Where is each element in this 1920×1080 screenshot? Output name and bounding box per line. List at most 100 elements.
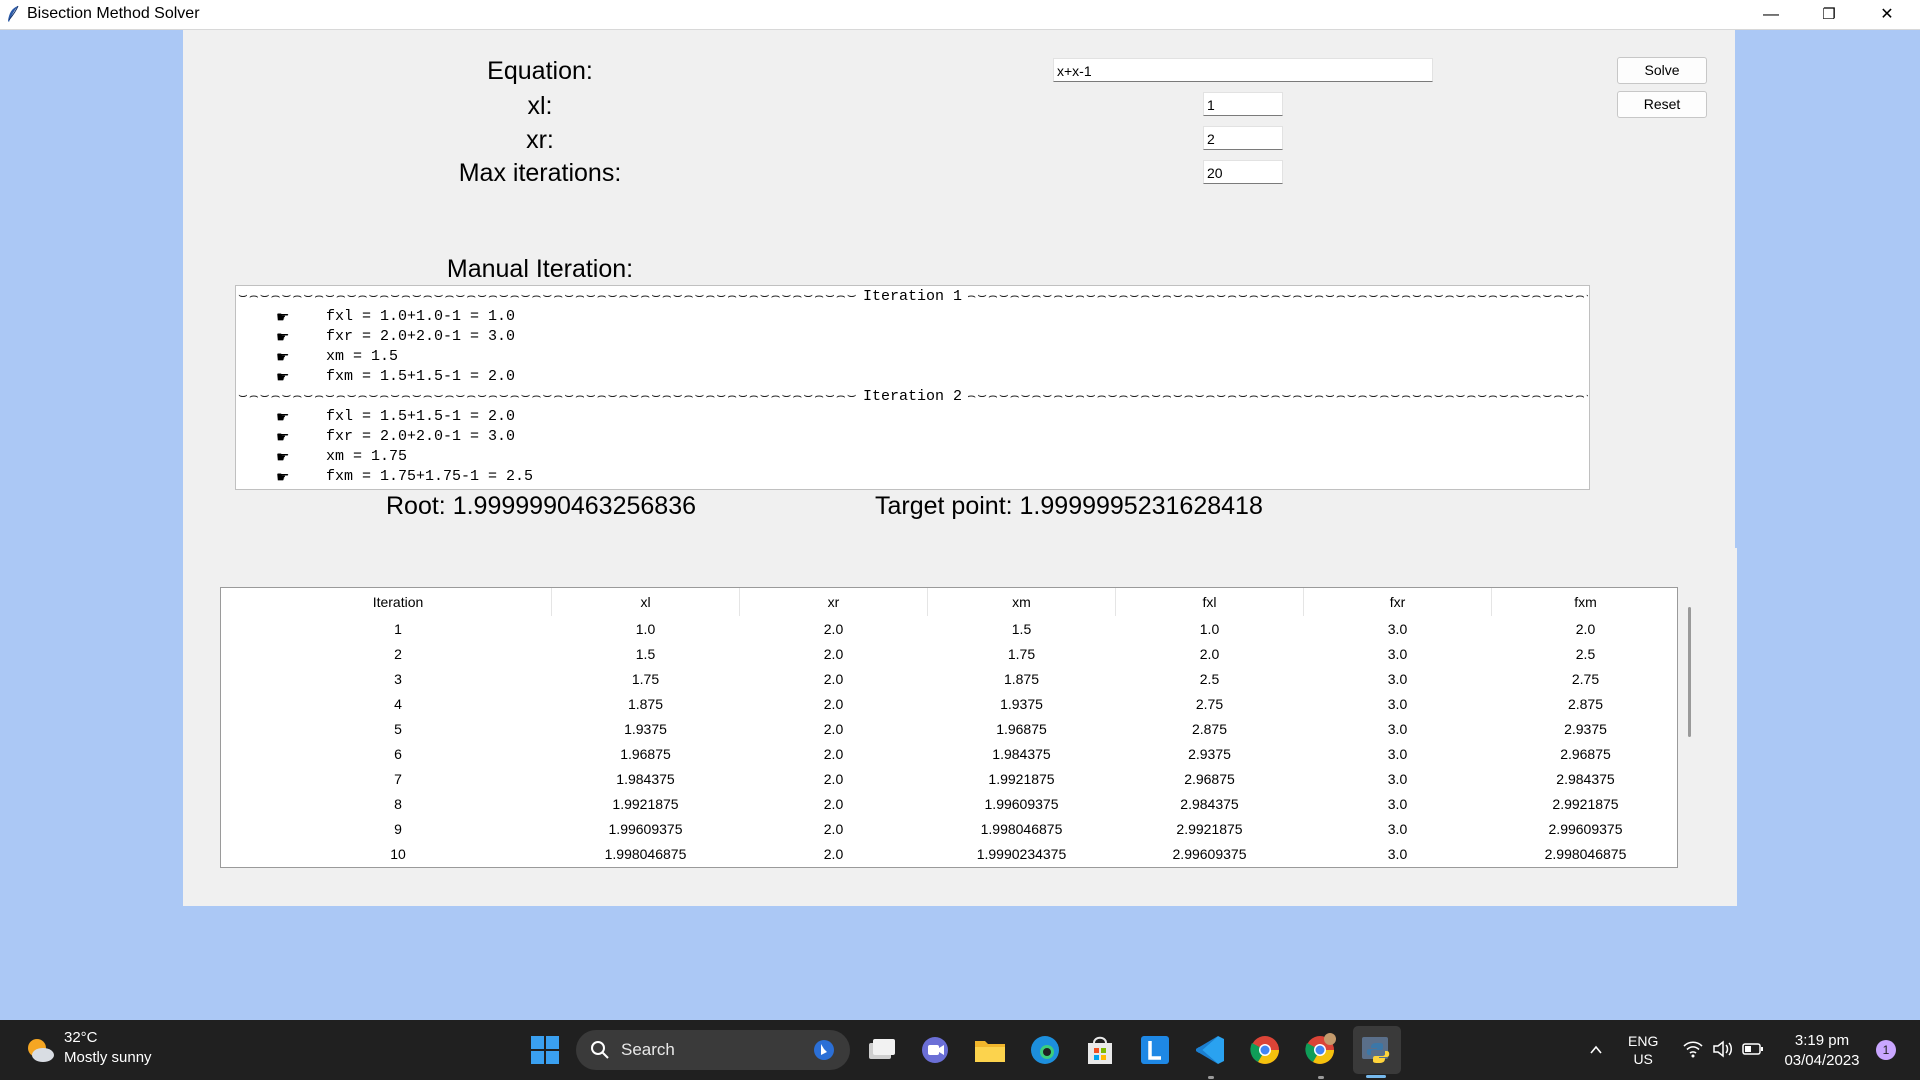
- store-icon[interactable]: [1081, 1031, 1119, 1069]
- xl-label: xl:: [527, 92, 553, 120]
- table-cell-xr: 2.0: [823, 846, 844, 862]
- table-cell-iteration: 6: [394, 746, 402, 762]
- iteration-header: Iteration 1: [856, 288, 969, 305]
- battery-icon[interactable]: [1742, 1041, 1764, 1057]
- reset-button[interactable]: Reset: [1617, 91, 1707, 118]
- manual-iteration-label: Manual Iteration:: [446, 255, 634, 283]
- xr-input[interactable]: 2: [1203, 126, 1283, 150]
- xl-input[interactable]: 1: [1203, 92, 1283, 116]
- table-cell-fxm: 2.984375: [1556, 771, 1615, 787]
- chrome-profile-icon[interactable]: [1301, 1031, 1339, 1069]
- table-cell-fxr: 3.0: [1387, 821, 1408, 837]
- search-icon: [591, 1041, 609, 1059]
- table-cell-fxr: 3.0: [1387, 621, 1408, 637]
- solve-button[interactable]: Solve: [1617, 57, 1707, 84]
- table-cell-xr: 2.0: [823, 646, 844, 662]
- iteration-separator: ⌣⌢⌣⌢⌣⌢⌣⌢⌣⌢⌣⌢⌣⌢⌣⌢⌣⌢⌣⌢⌣⌢⌣⌢⌣⌢⌣⌢⌣⌢⌣⌢⌣⌢⌣⌢⌣⌢⌣⌢…: [236, 387, 1589, 407]
- wifi-icon[interactable]: [1683, 1040, 1703, 1058]
- teams-chat-icon[interactable]: [916, 1031, 954, 1069]
- notification-badge[interactable]: 1: [1876, 1040, 1896, 1060]
- hand-pointer-icon: ☛: [276, 468, 290, 486]
- running-app-indicator: [1318, 1076, 1324, 1079]
- hand-pointer-icon: ☛: [276, 368, 290, 386]
- windows-start-icon[interactable]: [526, 1031, 564, 1069]
- iteration-line: ☛ xm = 1.75: [276, 448, 408, 466]
- file-explorer-icon[interactable]: [971, 1031, 1009, 1069]
- iteration-line: ☛ fxl = 1.0+1.0-1 = 1.0: [276, 308, 516, 326]
- manual-iteration-text[interactable]: ⌣⌢⌣⌢⌣⌢⌣⌢⌣⌢⌣⌢⌣⌢⌣⌢⌣⌢⌣⌢⌣⌢⌣⌢⌣⌢⌣⌢⌣⌢⌣⌢⌣⌢⌣⌢⌣⌢⌣⌢…: [235, 285, 1590, 490]
- table-cell-xm: 1.984375: [992, 746, 1051, 762]
- minimize-button[interactable]: —: [1742, 0, 1800, 29]
- taskbar: 32°C Mostly sunny Search ENG US 3:19 pm …: [0, 1020, 1920, 1080]
- task-view-icon[interactable]: [862, 1031, 900, 1069]
- table-cell-fxl: 2.9921875: [1176, 821, 1243, 837]
- iteration-line: ☛ fxr = 2.0+2.0-1 = 3.0: [276, 428, 516, 446]
- column-header[interactable]: xl: [552, 588, 740, 616]
- table-cell-xr: 2.0: [823, 696, 844, 712]
- table-cell-xr: 2.0: [823, 721, 844, 737]
- vscode-icon[interactable]: [1191, 1031, 1229, 1069]
- table-cell-iteration: 4: [394, 696, 402, 712]
- table-cell-xl: 1.5: [635, 646, 656, 662]
- table-cell-fxm: 2.875: [1567, 696, 1604, 712]
- table-cell-xl: 1.998046875: [604, 846, 687, 862]
- table-cell-xm: 1.9921875: [988, 771, 1055, 787]
- table-cell-fxl: 2.5: [1199, 671, 1220, 687]
- results-table[interactable]: Iteration xl xr xm fxl fxr fxm 1 1.0 2.0 1.…: [220, 587, 1678, 868]
- python-icon[interactable]: [1358, 1031, 1396, 1069]
- clock[interactable]: 3:19 pm 03/04/2023: [1776, 1031, 1868, 1071]
- table-cell-fxl: 2.96875: [1184, 771, 1235, 787]
- table-cell-fxl: 2.75: [1195, 696, 1224, 712]
- hand-pointer-icon: ☛: [276, 448, 290, 466]
- column-header[interactable]: Iteration: [245, 588, 552, 616]
- column-header[interactable]: fxm: [1492, 588, 1679, 616]
- chrome-icon[interactable]: [1246, 1031, 1284, 1069]
- table-cell-fxr: 3.0: [1387, 796, 1408, 812]
- table-cell-xm: 1.96875: [996, 721, 1047, 737]
- l-app-icon[interactable]: [1136, 1031, 1174, 1069]
- maximize-button[interactable]: ❐: [1800, 0, 1858, 29]
- table-cell-fxm: 2.0: [1575, 621, 1596, 637]
- clock-date: 03/04/2023: [1784, 1052, 1860, 1069]
- taskbar-search[interactable]: Search: [576, 1030, 850, 1070]
- table-cell-fxl: 2.9375: [1188, 746, 1231, 762]
- edge-icon[interactable]: [1026, 1031, 1064, 1069]
- column-header[interactable]: fxl: [1116, 588, 1304, 616]
- weather-widget[interactable]: 32°C Mostly sunny: [64, 1028, 152, 1068]
- column-header[interactable]: fxr: [1304, 588, 1492, 616]
- hand-pointer-icon: ☛: [276, 408, 290, 426]
- language-indicator[interactable]: ENG US: [1628, 1032, 1658, 1068]
- equation-input[interactable]: x+x-1: [1053, 58, 1433, 82]
- bing-icon: [814, 1040, 834, 1060]
- table-cell-xr: 2.0: [823, 796, 844, 812]
- table-cell-xl: 1.9375: [624, 721, 667, 737]
- feather-icon: [8, 5, 19, 22]
- table-cell-fxm: 2.5: [1575, 646, 1596, 662]
- table-scrollbar[interactable]: [1688, 607, 1691, 737]
- table-cell-fxm: 2.99609375: [1548, 821, 1623, 837]
- table-cell-xm: 1.998046875: [980, 821, 1063, 837]
- table-cell-xm: 1.9375: [1000, 696, 1043, 712]
- table-cell-xm: 1.75: [1007, 646, 1036, 662]
- table-cell-fxr: 3.0: [1387, 671, 1408, 687]
- weather-sun-cloud-icon[interactable]: [24, 1036, 56, 1064]
- chevron-up-icon[interactable]: [1588, 1042, 1604, 1058]
- close-button[interactable]: ✕: [1858, 0, 1916, 29]
- table-cell-xr: 2.0: [823, 621, 844, 637]
- table-cell-xm: 1.5: [1011, 621, 1032, 637]
- volume-icon[interactable]: [1712, 1040, 1734, 1058]
- iteration-line: ☛ fxr = 2.0+2.0-1 = 3.0: [276, 328, 516, 346]
- max-iterations-input[interactable]: 20: [1203, 160, 1283, 184]
- table-cell-iteration: 2: [394, 646, 402, 662]
- iteration-separator: ⌣⌢⌣⌢⌣⌢⌣⌢⌣⌢⌣⌢⌣⌢⌣⌢⌣⌢⌣⌢⌣⌢⌣⌢⌣⌢⌣⌢⌣⌢⌣⌢⌣⌢⌣⌢⌣⌢⌣⌢…: [236, 287, 1589, 307]
- table-cell-iteration: 7: [394, 771, 402, 787]
- table-cell-fxr: 3.0: [1387, 746, 1408, 762]
- iteration-line: ☛ fxl = 1.5+1.5-1 = 2.0: [276, 408, 516, 426]
- table-cell-xr: 2.0: [823, 671, 844, 687]
- table-cell-xl: 1.875: [627, 696, 664, 712]
- table-cell-fxr: 3.0: [1387, 696, 1408, 712]
- column-header[interactable]: xm: [928, 588, 1116, 616]
- column-header[interactable]: xr: [740, 588, 928, 616]
- hand-pointer-icon: ☛: [276, 328, 290, 346]
- table-cell-iteration: 10: [390, 846, 406, 862]
